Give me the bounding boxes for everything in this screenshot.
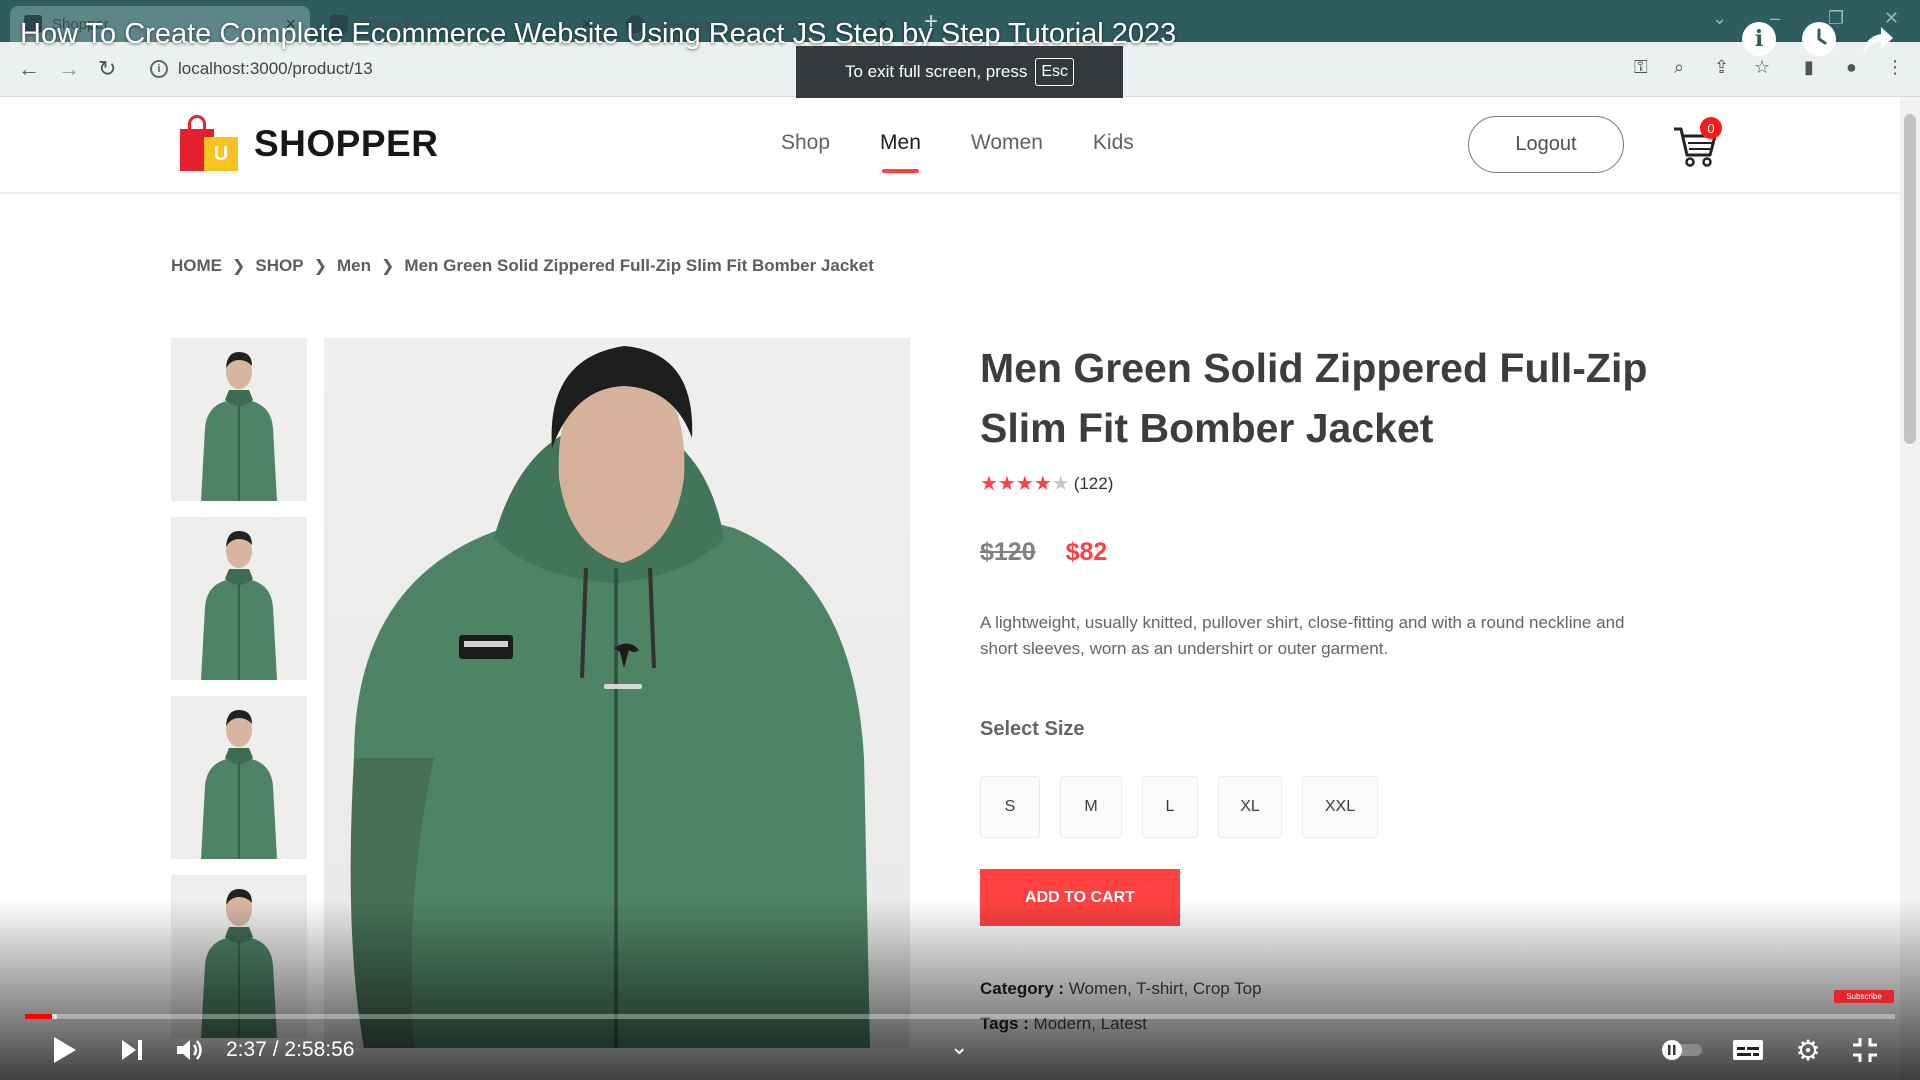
main-nav: Shop Men Women Kids xyxy=(781,131,1134,173)
rating-stars: ★★★★★ xyxy=(980,471,1070,496)
star-filled-icon: ★ xyxy=(997,473,1016,495)
autoplay-toggle[interactable] xyxy=(1660,1038,1706,1062)
screen: Shopper × Admin Panel × Database Deploym… xyxy=(0,0,1920,1080)
exit-fullscreen-icon[interactable] xyxy=(1850,1036,1880,1064)
bookmark-star-icon[interactable]: ☆ xyxy=(1754,57,1770,78)
video-duration: 2:58:56 xyxy=(284,1038,355,1061)
tab-search-icon[interactable]: ⌄ xyxy=(1712,8,1727,29)
chevron-right-icon: ❯ xyxy=(232,258,246,275)
star-filled-icon: ★ xyxy=(1033,473,1052,495)
size-option-xxl[interactable]: XXL xyxy=(1302,776,1378,838)
product-description: A lightweight, usually knitted, pullover… xyxy=(980,613,1625,658)
size-options: S M L XL XXL xyxy=(980,776,1378,838)
back-arrow-icon[interactable]: ← xyxy=(18,56,40,82)
profile-avatar-icon[interactable]: ● xyxy=(1846,57,1857,78)
next-video-icon[interactable] xyxy=(118,1036,146,1064)
minimize-icon[interactable]: – xyxy=(1770,8,1780,29)
size-option-s[interactable]: S xyxy=(980,776,1040,838)
current-time: 2:37 xyxy=(226,1038,267,1061)
logout-button[interactable]: Logout xyxy=(1468,116,1624,173)
size-option-m[interactable]: M xyxy=(1060,776,1122,838)
forward-arrow-icon[interactable]: → xyxy=(58,56,80,82)
settings-gear-icon[interactable]: ⚙ xyxy=(1792,1034,1824,1066)
esc-key-hint: Esc xyxy=(1035,58,1075,86)
captions-icon[interactable] xyxy=(1732,1038,1764,1062)
product-title: Men Green Solid Zippered Full-Zip Slim F… xyxy=(980,345,1648,451)
star-filled-icon: ★ xyxy=(980,473,998,495)
info-icon[interactable]: i xyxy=(1742,22,1776,56)
review-count: (122) xyxy=(1073,473,1114,493)
breadcrumb: HOME ❯ SHOP ❯ Men ❯ Men Green Solid Zipp… xyxy=(171,256,874,276)
chevron-right-icon: ❯ xyxy=(381,258,395,275)
category-value: Women, T-shirt, Crop Top xyxy=(1068,979,1262,998)
breadcrumb-shop[interactable]: SHOP xyxy=(255,256,303,276)
size-label: Select Size xyxy=(980,718,1085,740)
share-icon[interactable]: ⇪ xyxy=(1714,57,1729,78)
category-label: Category : xyxy=(980,979,1065,998)
play-icon[interactable] xyxy=(50,1034,80,1066)
fullscreen-notice-text: To exit full screen, press xyxy=(844,62,1028,81)
shopping-bag-logo-icon: U xyxy=(180,115,240,173)
product-main-image xyxy=(324,338,910,1048)
chevron-down-icon[interactable]: ⌄ xyxy=(950,1034,968,1060)
cart-count-badge: 0 xyxy=(1700,117,1722,139)
nav-item-shop[interactable]: Shop xyxy=(781,131,830,155)
product-thumbnail[interactable] xyxy=(171,696,307,859)
breadcrumb-product: Men Green Solid Zippered Full-Zip Slim F… xyxy=(404,256,874,275)
site-info-icon[interactable]: i xyxy=(150,60,168,78)
nav-item-kids[interactable]: Kids xyxy=(1093,131,1134,155)
video-progress-bar[interactable] xyxy=(25,1014,1895,1019)
breadcrumb-category[interactable]: Men xyxy=(337,256,371,276)
progress-played xyxy=(25,1014,53,1019)
video-time: 2:37 / 2:58:56 xyxy=(226,1038,355,1061)
url-text: localhost:3000/product/13 xyxy=(178,59,373,78)
new-price: $82 xyxy=(1065,538,1108,566)
site-logo[interactable]: U SHOPPER xyxy=(180,115,438,173)
add-to-cart-button[interactable]: ADD TO CART xyxy=(980,869,1180,926)
subscribe-watermark[interactable]: Subscribe xyxy=(1834,990,1894,1003)
site-header: U SHOPPER Shop Men Women Kids Logout 0 xyxy=(0,97,1900,194)
product-category: Category : Women, T-shirt, Crop Top xyxy=(980,979,1262,999)
star-empty-icon: ★ xyxy=(1051,473,1070,495)
product-thumbnail[interactable] xyxy=(171,517,307,680)
star-filled-icon: ★ xyxy=(1015,473,1034,495)
key-icon[interactable]: ⚿ xyxy=(1634,57,1648,78)
nav-item-women[interactable]: Women xyxy=(971,131,1043,155)
side-panel-icon[interactable]: ▮ xyxy=(1804,57,1814,78)
fullscreen-exit-notice: To exit full screen, press Esc xyxy=(796,46,1123,98)
size-option-l[interactable]: L xyxy=(1142,776,1198,838)
product-rating: ★★★★★ (122) xyxy=(980,471,1113,496)
reload-icon[interactable]: ↻ xyxy=(98,56,116,82)
price-block: $120 $82 xyxy=(980,538,1107,567)
share-arrow-icon[interactable] xyxy=(1858,20,1898,60)
menu-kebab-icon[interactable]: ⋮ xyxy=(1886,57,1904,78)
chevron-right-icon: ❯ xyxy=(313,258,327,275)
nav-item-men[interactable]: Men xyxy=(880,131,921,173)
breadcrumb-home[interactable]: HOME xyxy=(171,256,222,276)
scrollbar-thumb[interactable] xyxy=(1904,114,1916,444)
old-price: $120 xyxy=(980,538,1036,566)
logo-text: SHOPPER xyxy=(254,123,439,164)
size-option-xl[interactable]: XL xyxy=(1218,776,1282,838)
product-thumbnail[interactable] xyxy=(171,338,307,501)
volume-icon[interactable] xyxy=(174,1036,206,1064)
watch-later-clock-icon[interactable] xyxy=(1802,22,1836,56)
zoom-icon[interactable]: ⌕ xyxy=(1674,57,1684,78)
